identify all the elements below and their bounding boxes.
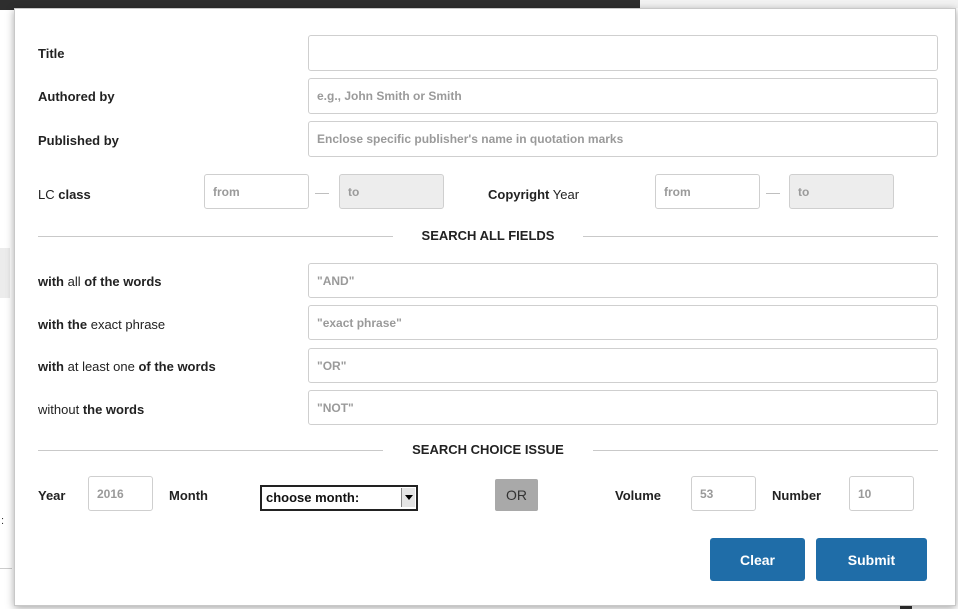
copyright-year-label: Copyright Year: [488, 187, 580, 202]
background-top-strip: [640, 0, 958, 8]
author-input[interactable]: [308, 78, 938, 114]
background-divider: [0, 568, 12, 569]
chevron-down-icon[interactable]: [401, 488, 415, 507]
range-dash: —: [766, 184, 780, 200]
volume-label: Volume: [615, 488, 661, 503]
advanced-search-modal: Title Authored by Published by LC class …: [14, 8, 956, 606]
submit-button[interactable]: Submit: [816, 538, 927, 581]
month-label: Month: [169, 488, 208, 503]
clear-button[interactable]: Clear: [710, 538, 805, 581]
all-words-label: with all of the words: [38, 274, 162, 289]
month-select[interactable]: choose month:: [260, 485, 418, 511]
section-divider-right: [593, 450, 938, 451]
any-words-label: with at least one of the words: [38, 359, 216, 374]
lc-class-from-input[interactable]: [204, 174, 309, 209]
copyright-to-input[interactable]: [789, 174, 894, 209]
year-input[interactable]: [88, 476, 153, 511]
title-input[interactable]: [308, 35, 938, 71]
authored-by-label: Authored by: [38, 89, 115, 104]
volume-input[interactable]: [691, 476, 756, 511]
exact-phrase-input[interactable]: [308, 305, 938, 340]
section-divider-right: [583, 236, 938, 237]
search-all-fields-heading: SEARCH ALL FIELDS: [421, 228, 555, 243]
exact-phrase-label: with the exact phrase: [38, 317, 166, 332]
year-label: Year: [38, 488, 66, 503]
title-label: Title: [38, 46, 65, 61]
any-words-input[interactable]: [308, 348, 938, 383]
number-input[interactable]: [849, 476, 914, 511]
lc-class-label: LC class: [38, 187, 91, 202]
or-separator: OR: [495, 479, 538, 511]
published-by-label: Published by: [38, 133, 119, 148]
number-label: Number: [772, 488, 822, 503]
section-divider-left: [38, 450, 383, 451]
without-words-label: without the words: [38, 402, 145, 417]
section-divider-left: [38, 236, 393, 237]
all-words-input[interactable]: [308, 263, 938, 298]
publisher-input[interactable]: [308, 121, 938, 157]
without-words-input[interactable]: [308, 390, 938, 425]
background-left-fragment: [0, 248, 10, 298]
month-select-value: choose month:: [266, 490, 360, 505]
search-choice-issue-heading: SEARCH CHOICE ISSUE: [412, 442, 564, 457]
background-text-fragment: :: [1, 515, 5, 527]
lc-class-to-input[interactable]: [339, 174, 444, 209]
range-dash: —: [315, 184, 329, 200]
copyright-from-input[interactable]: [655, 174, 760, 209]
